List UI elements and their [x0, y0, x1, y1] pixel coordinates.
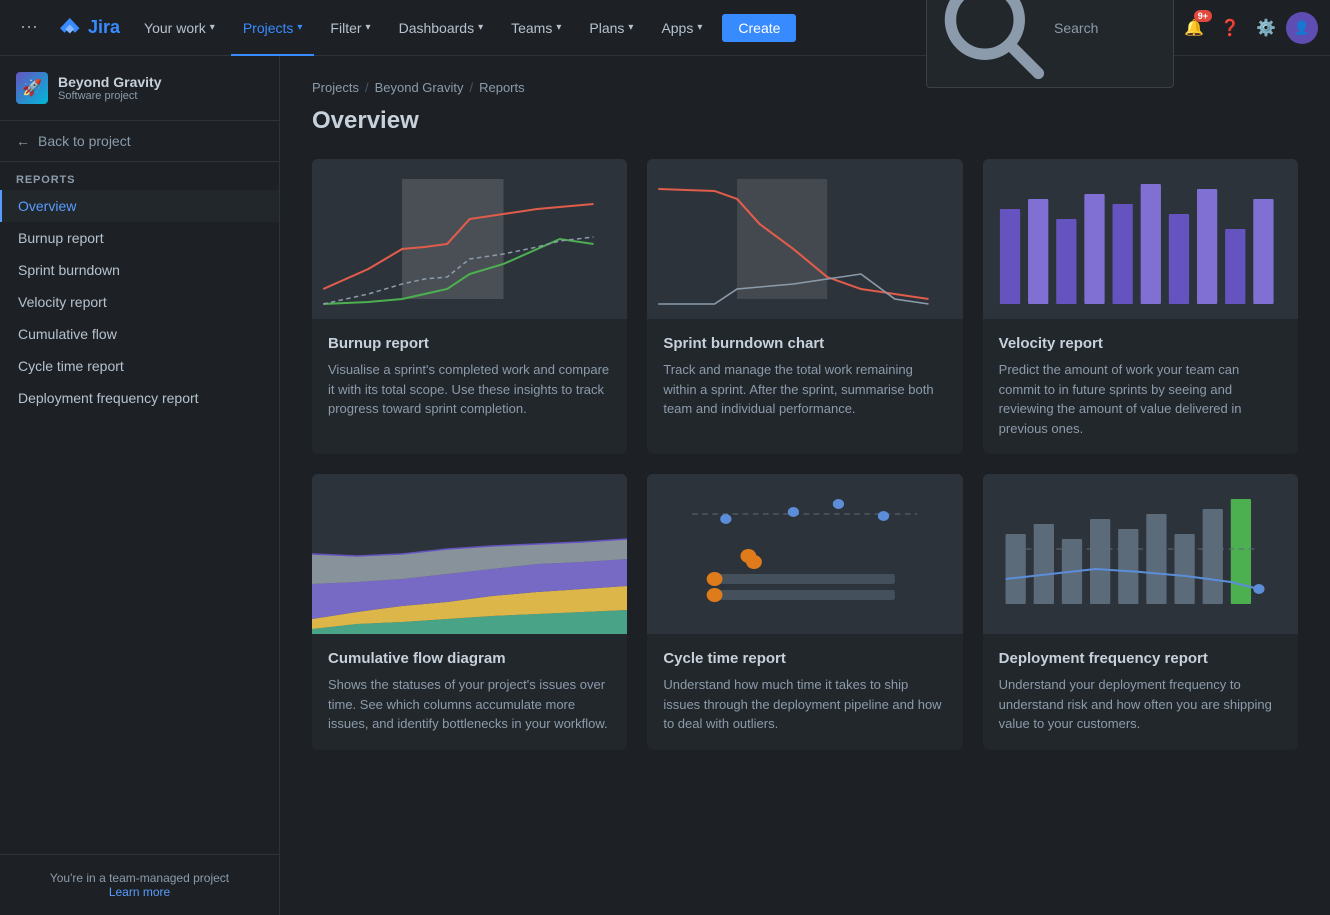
top-navigation: ⋯ Jira Your work ▾ Projects ▾ Filter ▾ D…	[0, 0, 1330, 56]
main-layout: 🚀 Beyond Gravity Software project ← Back…	[0, 56, 1330, 915]
nav-apps[interactable]: Apps ▾	[649, 0, 714, 56]
chevron-icon: ▾	[628, 22, 633, 33]
project-name: Beyond Gravity	[58, 74, 161, 90]
deployment-chart	[983, 474, 1298, 634]
velocity-chart	[983, 159, 1298, 319]
user-avatar[interactable]: 👤	[1286, 12, 1318, 44]
nav-plans[interactable]: Plans ▾	[577, 0, 645, 56]
gear-icon: ⚙️	[1256, 18, 1276, 38]
burndown-chart	[647, 159, 962, 319]
nav-dashboards[interactable]: Dashboards ▾	[387, 0, 496, 56]
breadcrumb-reports: Reports	[479, 80, 525, 95]
burnup-chart	[312, 159, 627, 319]
sidebar-item-cumulative[interactable]: Cumulative flow	[0, 318, 279, 350]
sidebar-section-reports: Reports	[0, 162, 279, 190]
avatar-icon: 👤	[1294, 20, 1310, 36]
chevron-icon: ▾	[297, 22, 302, 33]
burndown-desc: Track and manage the total work remainin…	[663, 360, 946, 419]
burnup-title: Burnup report	[328, 335, 611, 352]
sidebar: 🚀 Beyond Gravity Software project ← Back…	[0, 56, 280, 915]
jira-logo[interactable]: Jira	[50, 16, 128, 40]
help-button[interactable]: ❓	[1214, 12, 1246, 44]
chevron-icon: ▾	[697, 22, 702, 33]
project-icon: 🚀	[16, 72, 48, 104]
chevron-icon: ▾	[366, 22, 371, 33]
cycletime-desc: Understand how much time it takes to shi…	[663, 675, 946, 734]
create-button[interactable]: Create	[722, 14, 796, 42]
burnup-card-body: Burnup report Visualise a sprint's compl…	[312, 319, 627, 435]
search-box[interactable]	[926, 0, 1174, 88]
cumulative-chart	[312, 474, 627, 634]
deployment-card[interactable]: Deployment frequency report Understand y…	[983, 474, 1298, 750]
grid-icon[interactable]: ⋯	[12, 9, 46, 46]
learn-more-link[interactable]: Learn more	[109, 885, 170, 899]
chevron-icon: ▾	[556, 22, 561, 33]
deployment-desc: Understand your deployment frequency to …	[999, 675, 1282, 734]
sidebar-item-sprint-burndown[interactable]: Sprint burndown	[0, 254, 279, 286]
project-header: 🚀 Beyond Gravity Software project	[0, 56, 279, 121]
burnup-desc: Visualise a sprint's completed work and …	[328, 360, 611, 419]
cycletime-card-body: Cycle time report Understand how much ti…	[647, 634, 962, 750]
nav-projects[interactable]: Projects ▾	[231, 0, 315, 56]
page-title: Overview	[312, 107, 1298, 135]
footer-text: You're in a team-managed project	[16, 871, 263, 885]
cumulative-card-body: Cumulative flow diagram Shows the status…	[312, 634, 627, 750]
cycletime-title: Cycle time report	[663, 650, 946, 667]
sidebar-item-cycle-time[interactable]: Cycle time report	[0, 350, 279, 382]
deployment-card-body: Deployment frequency report Understand y…	[983, 634, 1298, 750]
main-content: Projects / Beyond Gravity / Reports Over…	[280, 56, 1330, 915]
reports-grid: Burnup report Visualise a sprint's compl…	[312, 159, 1298, 750]
notification-badge: 9+	[1194, 10, 1212, 22]
project-type: Software project	[58, 90, 161, 102]
sidebar-item-overview[interactable]: Overview	[0, 190, 279, 222]
sidebar-footer: You're in a team-managed project Learn m…	[0, 854, 279, 915]
burnup-card[interactable]: Burnup report Visualise a sprint's compl…	[312, 159, 627, 454]
settings-button[interactable]: ⚙️	[1250, 12, 1282, 44]
nav-filter[interactable]: Filter ▾	[318, 0, 382, 56]
project-info: Beyond Gravity Software project	[58, 74, 161, 102]
cycletime-chart	[647, 474, 962, 634]
cumulative-card[interactable]: Cumulative flow diagram Shows the status…	[312, 474, 627, 750]
search-input[interactable]	[1054, 20, 1161, 36]
breadcrumb-projects[interactable]: Projects	[312, 80, 359, 95]
velocity-desc: Predict the amount of work your team can…	[999, 360, 1282, 438]
search-icon	[939, 0, 1046, 81]
burndown-title: Sprint burndown chart	[663, 335, 946, 352]
breadcrumb-sep-1: /	[365, 80, 369, 95]
sidebar-item-burnup[interactable]: Burnup report	[0, 222, 279, 254]
back-to-project[interactable]: ← Back to project	[0, 121, 279, 162]
velocity-card-body: Velocity report Predict the amount of wo…	[983, 319, 1298, 454]
velocity-card[interactable]: Velocity report Predict the amount of wo…	[983, 159, 1298, 454]
sidebar-item-velocity[interactable]: Velocity report	[0, 286, 279, 318]
nav-your-work[interactable]: Your work ▾	[132, 0, 227, 56]
nav-teams[interactable]: Teams ▾	[499, 0, 573, 56]
back-label: Back to project	[38, 133, 131, 149]
burndown-card-body: Sprint burndown chart Track and manage t…	[647, 319, 962, 435]
sidebar-item-deployment[interactable]: Deployment frequency report	[0, 382, 279, 414]
logo-text: Jira	[88, 17, 120, 38]
sprint-burndown-card[interactable]: Sprint burndown chart Track and manage t…	[647, 159, 962, 454]
breadcrumb-sep-2: /	[469, 80, 473, 95]
deployment-title: Deployment frequency report	[999, 650, 1282, 667]
chevron-icon: ▾	[478, 22, 483, 33]
cycletime-card[interactable]: Cycle time report Understand how much ti…	[647, 474, 962, 750]
notifications-button[interactable]: 🔔 9+	[1178, 12, 1210, 44]
breadcrumb-beyond-gravity[interactable]: Beyond Gravity	[375, 80, 464, 95]
cumulative-desc: Shows the statuses of your project's iss…	[328, 675, 611, 734]
arrow-left-icon: ←	[16, 133, 30, 149]
chevron-icon: ▾	[210, 22, 215, 33]
velocity-title: Velocity report	[999, 335, 1282, 352]
cumulative-title: Cumulative flow diagram	[328, 650, 611, 667]
help-icon: ❓	[1220, 18, 1240, 38]
